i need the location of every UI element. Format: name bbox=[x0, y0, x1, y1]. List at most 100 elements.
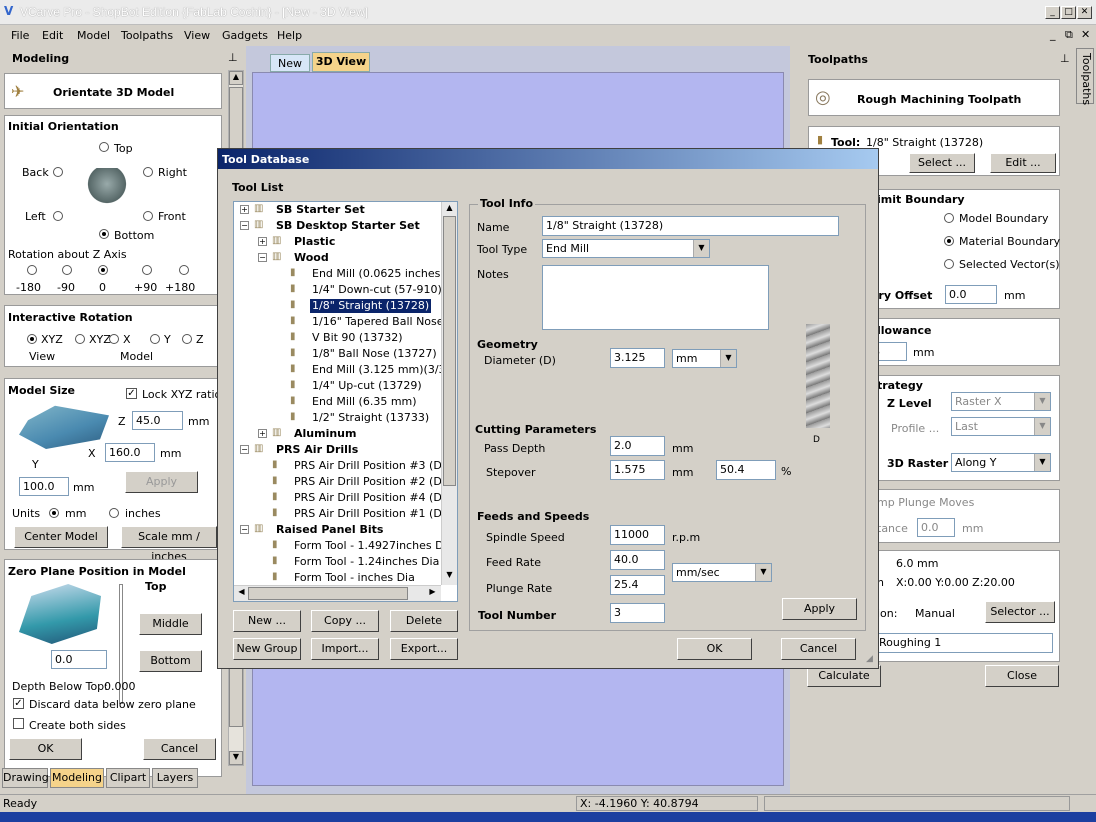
rotation-0-radio[interactable] bbox=[98, 265, 108, 275]
tree-group-label[interactable]: Plastic bbox=[292, 235, 337, 249]
tree-tool-label[interactable]: 1/16" Tapered Ball Nose (1 bbox=[310, 315, 457, 329]
rotation-plus180-radio[interactable] bbox=[179, 265, 189, 275]
center-model-button[interactable]: Center Model bbox=[14, 526, 108, 548]
tree-tool-label[interactable]: End Mill (0.0625 inches) bbox=[310, 267, 447, 281]
scroll-up-icon[interactable]: ▲ bbox=[443, 203, 456, 216]
lock-ratio-checkbox[interactable]: ✓ bbox=[126, 388, 137, 399]
plunge-rate-input[interactable]: 25.4 bbox=[610, 575, 665, 595]
unit-inches-radio[interactable] bbox=[109, 508, 119, 518]
tool-tree[interactable]: + ▥ SB Starter Set − ▥ SB Desktop Starter Set… bbox=[233, 201, 458, 602]
orient-front-radio[interactable] bbox=[143, 211, 153, 221]
tree-expander-icon[interactable]: + bbox=[258, 429, 267, 438]
tree-tool-label[interactable]: 1/8" Ball Nose (13727) bbox=[310, 347, 439, 361]
raster-combo[interactable]: Along Y ▼ bbox=[951, 453, 1051, 472]
create-both-checkbox[interactable] bbox=[13, 718, 24, 729]
tree-group-label[interactable]: Wood bbox=[292, 251, 331, 265]
chevron-down-icon[interactable]: ▼ bbox=[1034, 393, 1050, 410]
menu-model[interactable]: Model bbox=[77, 29, 110, 42]
model-boundary-radio[interactable] bbox=[944, 213, 954, 223]
resize-grip-icon[interactable]: ◢ bbox=[866, 654, 873, 664]
zp-value-input[interactable]: 0.0 bbox=[51, 650, 107, 669]
dialog-cancel-button[interactable]: Cancel bbox=[781, 638, 856, 660]
profile-combo[interactable]: Last ▼ bbox=[951, 417, 1051, 436]
new-tool-button[interactable]: New ... bbox=[233, 610, 301, 632]
tab-modeling[interactable]: Modeling bbox=[50, 768, 104, 788]
tool-type-combo[interactable]: End Mill ▼ bbox=[542, 239, 710, 258]
discard-checkbox[interactable]: ✓ bbox=[13, 698, 24, 709]
mdi-close-icon[interactable]: ✕ bbox=[1081, 28, 1090, 41]
chevron-down-icon[interactable]: ▼ bbox=[755, 564, 771, 581]
stepover-input[interactable]: 1.575 bbox=[610, 460, 665, 480]
tree-expander-icon[interactable]: + bbox=[258, 237, 267, 246]
tree-expander-icon[interactable]: − bbox=[258, 253, 267, 262]
chevron-down-icon[interactable]: ▼ bbox=[1034, 418, 1050, 435]
delete-tool-button[interactable]: Delete bbox=[390, 610, 458, 632]
diameter-input[interactable]: 3.125 bbox=[610, 348, 665, 368]
tree-expander-icon[interactable]: + bbox=[240, 205, 249, 214]
z-size-input[interactable]: 45.0 bbox=[132, 411, 183, 430]
tree-expander-icon[interactable]: − bbox=[240, 445, 249, 454]
tree-tool-label[interactable]: PRS Air Drill Position #1 (Define bbox=[292, 507, 457, 521]
apply-size-button[interactable]: Apply bbox=[125, 471, 198, 493]
zp-middle-button[interactable]: Middle bbox=[139, 613, 202, 635]
orient-right-radio[interactable] bbox=[143, 167, 153, 177]
menu-help[interactable]: Help bbox=[277, 29, 302, 42]
scroll-thumb[interactable] bbox=[248, 587, 408, 600]
material-boundary-radio[interactable] bbox=[944, 236, 954, 246]
spindle-input[interactable]: 11000 bbox=[610, 525, 665, 545]
tree-group-label[interactable]: PRS Air Drills bbox=[274, 443, 360, 457]
toolpath-name-input[interactable]: Roughing 1 bbox=[875, 633, 1053, 653]
orient-top-radio[interactable] bbox=[99, 142, 109, 152]
pin-icon[interactable]: ⊥ bbox=[228, 51, 238, 64]
maximize-icon[interactable]: □ bbox=[1061, 6, 1076, 19]
menu-gadgets[interactable]: Gadgets bbox=[222, 29, 268, 42]
unit-mm-radio[interactable] bbox=[49, 508, 59, 518]
tree-tool-label[interactable]: Form Tool - 1.4927inches Dia bbox=[292, 539, 455, 553]
rotation-minus90-radio[interactable] bbox=[62, 265, 72, 275]
tree-vscroll[interactable]: ▲ ▼ bbox=[441, 202, 457, 585]
tree-group-label[interactable]: Aluminum bbox=[292, 427, 358, 441]
scroll-left-icon[interactable]: ◀ bbox=[235, 587, 248, 600]
copy-tool-button[interactable]: Copy ... bbox=[311, 610, 379, 632]
tree-tool-label[interactable]: End Mill (3.125 mm)(3/32") bbox=[310, 363, 457, 377]
tool-name-input[interactable]: 1/8" Straight (13728) bbox=[542, 216, 839, 236]
menu-edit[interactable]: Edit bbox=[42, 29, 63, 42]
import-button[interactable]: Import... bbox=[311, 638, 379, 660]
scale-units-button[interactable]: Scale mm / inches bbox=[121, 526, 217, 563]
new-group-button[interactable]: New Group bbox=[233, 638, 301, 660]
export-button[interactable]: Export... bbox=[390, 638, 458, 660]
tree-tool-label[interactable]: PRS Air Drill Position #3 (Define bbox=[292, 459, 457, 473]
tree-tool-label[interactable]: 1/4" Down-cut (57-910) bbox=[310, 283, 444, 297]
chevron-down-icon[interactable]: ▼ bbox=[720, 350, 736, 367]
menu-toolpaths[interactable]: Toolpaths bbox=[121, 29, 173, 42]
tree-tool-label[interactable]: PRS Air Drill Position #2 (Define bbox=[292, 475, 457, 489]
selected-vectors-radio[interactable] bbox=[944, 259, 954, 269]
z-level-combo[interactable]: Raster X ▼ bbox=[951, 392, 1051, 411]
scroll-right-icon[interactable]: ▶ bbox=[426, 587, 439, 600]
tree-group-label[interactable]: SB Starter Set bbox=[274, 203, 367, 217]
tree-tool-label[interactable]: Form Tool - inches Dia bbox=[292, 571, 417, 585]
orient-left-radio[interactable] bbox=[53, 211, 63, 221]
ir-x-radio[interactable] bbox=[109, 334, 119, 344]
notes-textarea[interactable] bbox=[542, 265, 769, 330]
stepover-percent-stepper[interactable]: 50.4 bbox=[716, 460, 776, 480]
close-icon[interactable]: ✕ bbox=[1077, 6, 1092, 19]
scroll-down-icon[interactable]: ▼ bbox=[229, 751, 243, 765]
y-size-input[interactable]: 100.0 bbox=[19, 477, 69, 496]
minimize-icon[interactable]: _ bbox=[1045, 6, 1060, 19]
x-size-input[interactable]: 160.0 bbox=[105, 443, 155, 462]
menu-file[interactable]: File bbox=[11, 29, 29, 42]
tab-clipart[interactable]: Clipart bbox=[106, 768, 150, 788]
distance-input[interactable]: 0.0 bbox=[917, 518, 955, 537]
doc-tab-new[interactable]: New bbox=[270, 54, 310, 72]
dialog-ok-button[interactable]: OK bbox=[677, 638, 752, 660]
tree-tool-label[interactable]: 1/8" Straight (13728) bbox=[310, 299, 432, 313]
tree-tool-label[interactable]: Form Tool - 1.24inches Dia bbox=[292, 555, 441, 569]
zp-bottom-button[interactable]: Bottom bbox=[139, 650, 202, 672]
tree-tool-label[interactable]: 1/2" Straight (13733) bbox=[310, 411, 431, 425]
doc-tab-3dview[interactable]: 3D View bbox=[312, 52, 370, 72]
tree-tool-label[interactable]: End Mill (6.35 mm) bbox=[310, 395, 419, 409]
ir-y-radio[interactable] bbox=[150, 334, 160, 344]
ir-xyz-view-radio[interactable] bbox=[27, 334, 37, 344]
boundary-offset-input[interactable]: 0.0 bbox=[945, 285, 997, 304]
